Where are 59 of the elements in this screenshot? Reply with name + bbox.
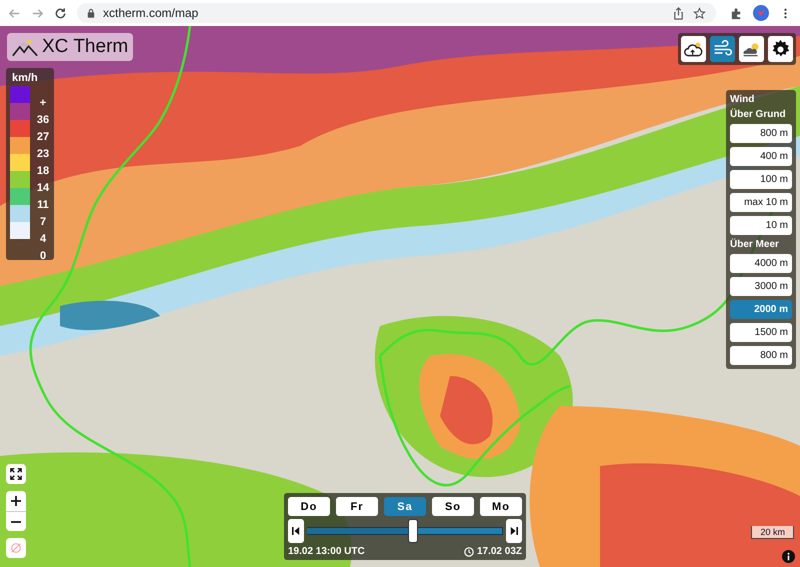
- altitude-button[interactable]: 800 m: [730, 346, 792, 365]
- altitude-button[interactable]: max 10 m: [730, 193, 792, 212]
- forecast-time: 19.02 13:00 UTC: [288, 546, 365, 557]
- avatar-icon[interactable]: [753, 5, 769, 21]
- day-tab[interactable]: Sa: [384, 497, 426, 516]
- url-text: xctherm.com/map: [103, 6, 198, 20]
- group-title: Über Meer: [730, 239, 780, 250]
- logo-text: XC Therm: [42, 36, 128, 58]
- legend-label: 36: [36, 114, 50, 126]
- plus-icon: [10, 495, 22, 507]
- puzzle-icon[interactable]: [730, 6, 743, 20]
- legend-label: 14: [36, 182, 50, 194]
- info-icon[interactable]: [782, 550, 795, 563]
- legend-label: 23: [36, 148, 50, 160]
- expand-icon: [10, 468, 22, 480]
- group-title: Über Grund: [730, 109, 787, 120]
- day-tab[interactable]: Fr: [336, 497, 378, 516]
- day-tab[interactable]: Mo: [480, 497, 522, 516]
- legend-label: 11: [36, 198, 50, 210]
- next-button[interactable]: [506, 519, 522, 543]
- zoom-in-button[interactable]: [6, 491, 26, 511]
- mountain-cloud-icon: [12, 37, 38, 57]
- model-run: 17.02 03Z: [476, 546, 522, 557]
- altitude-button[interactable]: 100 m: [730, 170, 792, 189]
- fullscreen-button[interactable]: [6, 464, 26, 484]
- panel-title: Wind: [730, 94, 756, 105]
- share-icon[interactable]: [672, 6, 685, 20]
- skip-forward-icon: [510, 526, 518, 536]
- legend-label: 27: [36, 130, 50, 142]
- legend-label: 7: [38, 216, 48, 228]
- scale-bar: 20 km: [751, 526, 794, 539]
- slider-thumb[interactable]: [408, 519, 418, 543]
- skip-back-icon: [292, 526, 300, 536]
- time-slider[interactable]: [307, 519, 503, 543]
- previous-button[interactable]: [288, 519, 304, 543]
- layer-button[interactable]: [681, 36, 706, 62]
- altitude-button[interactable]: 4000 m: [730, 254, 792, 273]
- legend-label: 4: [38, 232, 48, 244]
- day-tab[interactable]: Do: [288, 497, 330, 516]
- star-icon[interactable]: [693, 6, 706, 20]
- settings-button[interactable]: [768, 36, 793, 62]
- altitude-button[interactable]: 800 m: [730, 124, 792, 143]
- address-bar[interactable]: xctherm.com/map: [77, 3, 716, 23]
- lock-icon: [87, 8, 95, 18]
- legend-unit: km/h: [11, 72, 39, 86]
- clock-icon: [464, 546, 474, 556]
- legend-label: 0: [38, 250, 48, 262]
- legend-label: +: [38, 96, 48, 108]
- logo-badge[interactable]: XC Therm: [7, 33, 134, 61]
- altitude-button[interactable]: 3000 m: [730, 277, 792, 296]
- reload-icon[interactable]: [54, 6, 67, 20]
- altitude-button[interactable]: 1500 m: [730, 323, 792, 342]
- day-tab[interactable]: So: [432, 497, 474, 516]
- layer-button[interactable]: [739, 36, 764, 62]
- altitude-button[interactable]: 10 m: [730, 216, 792, 235]
- altitude-button[interactable]: 400 m: [730, 147, 792, 166]
- altitude-button[interactable]: 2000 m: [730, 300, 792, 319]
- zoom-out-button[interactable]: [6, 511, 26, 531]
- legend-label: 18: [36, 164, 50, 176]
